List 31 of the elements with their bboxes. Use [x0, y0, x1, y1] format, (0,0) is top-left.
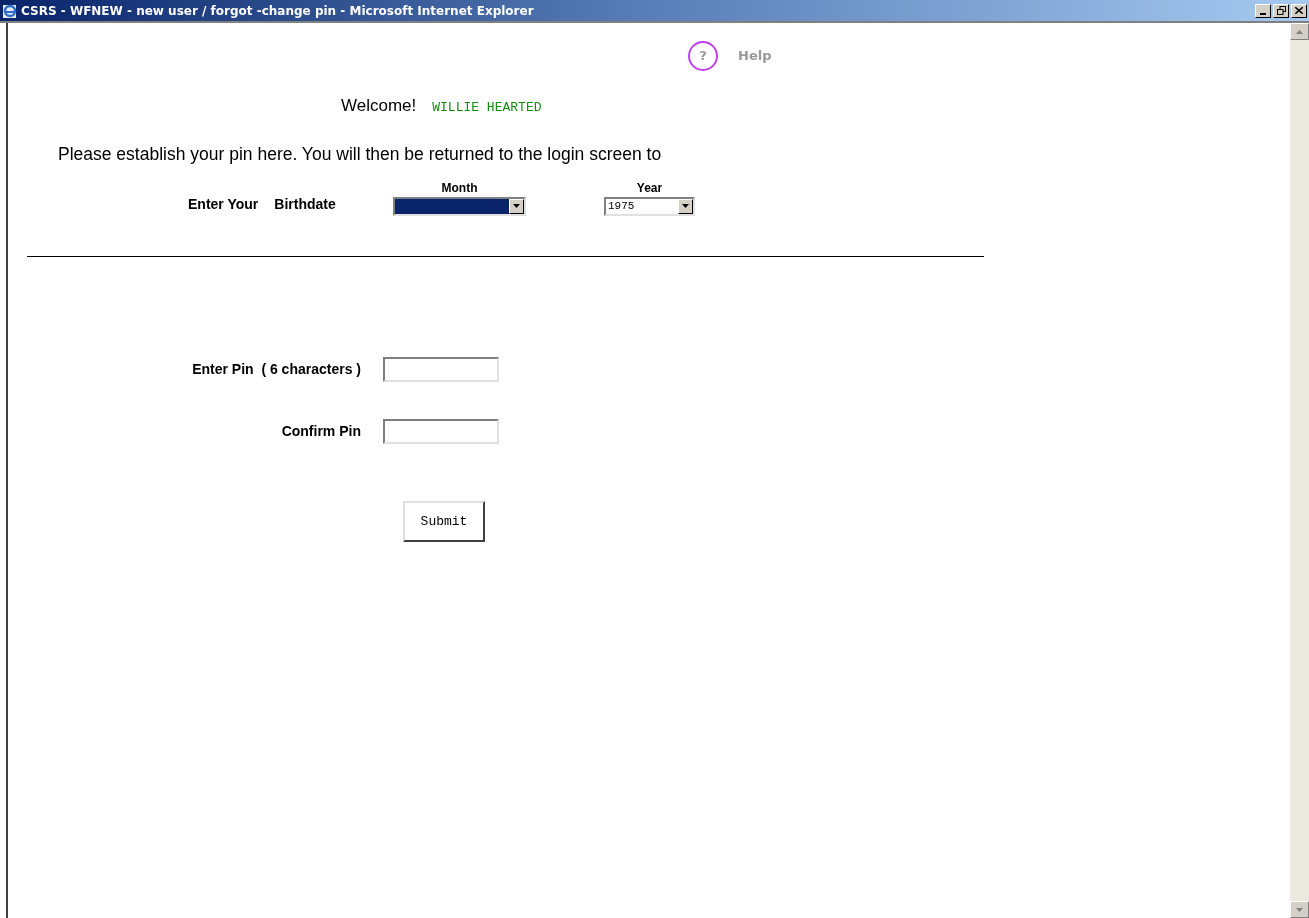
minimize-icon [1260, 12, 1266, 15]
instructions-text: Please establish your pin here. You will then be returned to the login screen to [57, 142, 663, 166]
pin-input-field[interactable] [383, 356, 499, 382]
caret-icon [682, 204, 689, 209]
pin-input-field[interactable] [383, 418, 499, 444]
scroll-up-button[interactable] [1290, 23, 1309, 40]
field-label: Enter Pin ( 6 characters ) [191, 359, 362, 379]
scroll-down-button[interactable] [1290, 901, 1309, 918]
month-dropdown[interactable] [393, 196, 526, 216]
welcome-label: Welcome! [341, 95, 417, 117]
month-label: Month [441, 179, 478, 197]
submit-button[interactable]: Submit [403, 500, 485, 542]
birthdate-label: Enter Your [188, 194, 259, 214]
year-label: Year [636, 179, 663, 197]
field-label: Confirm Pin [280, 421, 362, 441]
restore-icon [1276, 6, 1286, 15]
close-button[interactable] [1291, 3, 1307, 18]
down-arrow-icon [1296, 907, 1303, 912]
dropdown-arrow-button[interactable] [509, 198, 524, 214]
year-dropdown[interactable]: 1975 [604, 196, 695, 216]
restore-button[interactable] [1273, 3, 1289, 18]
scrollbar[interactable] [1290, 23, 1309, 918]
up-arrow-icon [1296, 29, 1303, 34]
dropdown-arrow-button[interactable] [678, 198, 693, 214]
browser-logo-icon [2, 2, 18, 19]
window-title: CSRS - WFNEW - new user / forgot -change pin - Microsoft Internet Explorer [21, 2, 534, 20]
user-name: WILLIE HEARTED [432, 99, 542, 117]
caret-icon [513, 204, 520, 209]
minimize-button[interactable] [1255, 3, 1271, 18]
close-icon [1295, 7, 1303, 14]
birthdate-label: Birthdate [274, 194, 336, 214]
